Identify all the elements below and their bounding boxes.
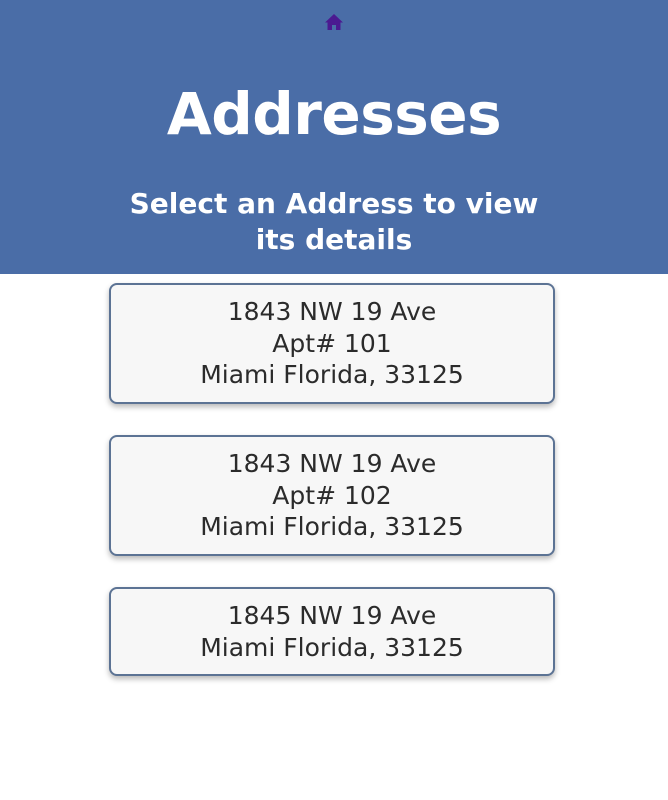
address-street: 1845 NW 19 Ave [227, 601, 437, 630]
address-unit: Apt# 101 [272, 328, 392, 358]
address-unit: Apt# 102 [272, 480, 392, 510]
home-icon [325, 14, 343, 30]
page-header: Addresses Select an Address to view its … [0, 0, 668, 274]
page-subtitle: Select an Address to view its details [129, 187, 539, 256]
address-city: Miami Florida, 33125 [200, 512, 464, 541]
address-street: 1843 NW 19 Ave [227, 297, 437, 326]
address-city: Miami Florida, 33125 [200, 360, 464, 389]
page-title: Addresses [166, 80, 502, 148]
address-card[interactable]: 1843 NW 19 Ave Apt# 102 Miami Florida, 3… [109, 435, 555, 556]
home-link[interactable] [323, 11, 345, 33]
address-card[interactable]: 1843 NW 19 Ave Apt# 101 Miami Florida, 3… [109, 283, 555, 404]
address-street: 1843 NW 19 Ave [227, 449, 437, 478]
address-city: Miami Florida, 33125 [200, 632, 464, 662]
address-card[interactable]: 1845 NW 19 Ave Miami Florida, 33125 [109, 587, 555, 676]
